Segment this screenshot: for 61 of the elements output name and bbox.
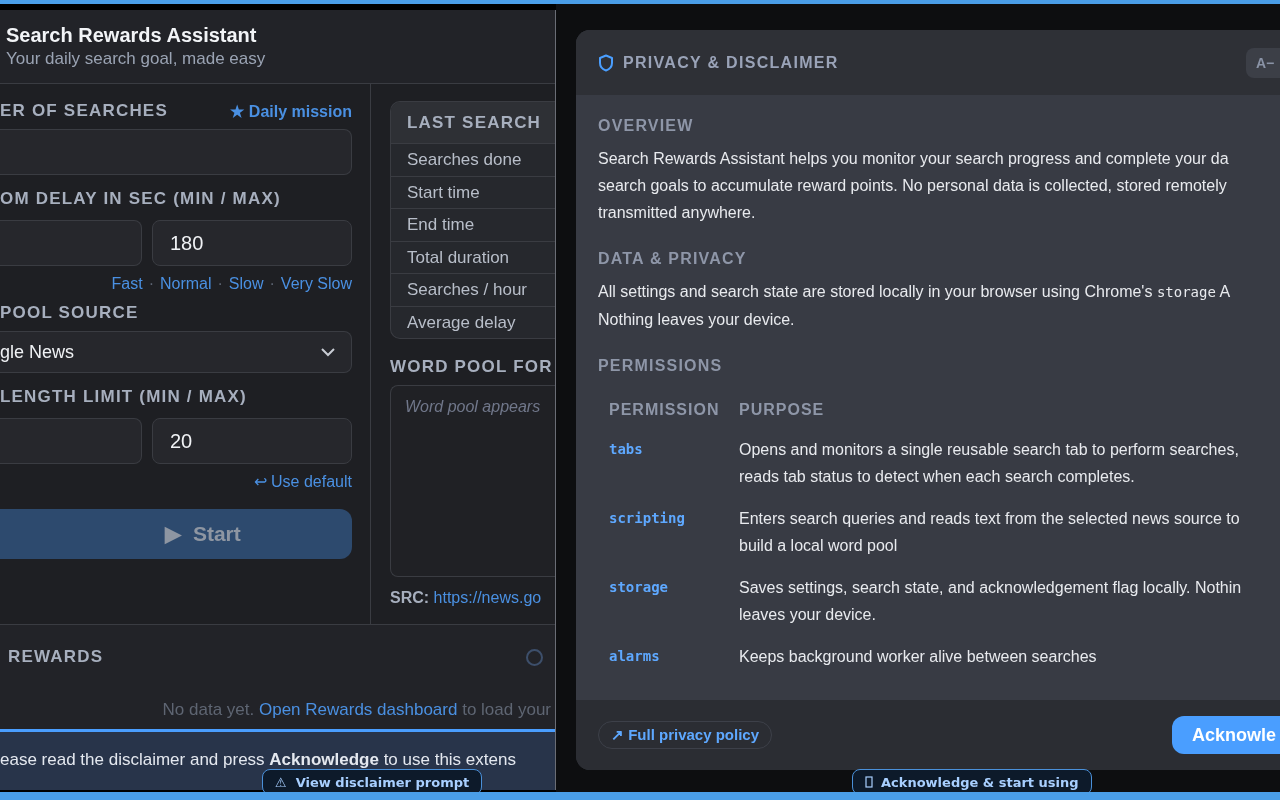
- shield-icon: [598, 53, 614, 72]
- word-pool-field[interactable]: Word pool appears: [390, 385, 555, 577]
- permission-purpose: Saves settings, search state, and acknowledgement flag locally. Nothin leaves your device.: [739, 578, 1242, 625]
- min-delay-input[interactable]: [0, 220, 142, 266]
- dialog-title: PRIVACY & DISCLAIMER: [623, 53, 839, 72]
- app-title: Search Rewards Assistant: [6, 23, 258, 48]
- field-label: OM DELAY IN SEC (MIN / MAX): [0, 188, 282, 210]
- stat-label: Searches done: [406, 149, 523, 171]
- stats-title: LAST SEARCH: [391, 102, 555, 144]
- stat-label: End time: [391, 208, 555, 241]
- separator-dot: ·: [148, 274, 154, 294]
- field-label: ER OF SEARCHES: [0, 100, 168, 122]
- stat-label: Start time: [391, 175, 555, 208]
- acknowledge-button[interactable]: Acknowle: [1172, 716, 1280, 754]
- searches-input[interactable]: [0, 129, 352, 175]
- max-delay-input[interactable]: 180: [152, 220, 352, 266]
- field-label: LENGTH LIMIT (MIN / MAX): [0, 386, 248, 408]
- max-length-input[interactable]: 20: [152, 418, 352, 464]
- min-length-input[interactable]: [0, 418, 142, 464]
- section-paragraph: Search Rewards Assistant helps you monitor your search progress and complete your da search goals to accumulate reward points. No personal data is collected, stored remotely transmitted anywhere.: [598, 149, 1230, 223]
- delay-preset-link[interactable]: Fast: [111, 274, 143, 294]
- rewards-dashboard-link[interactable]: Open Rewards dashboard: [258, 700, 458, 719]
- pool-source-select[interactable]: gle News: [0, 331, 352, 373]
- column-header: PERMISSION: [609, 400, 721, 420]
- section-heading: DATA & PRIVACY: [598, 249, 748, 269]
- permission-name: alarms: [609, 647, 661, 666]
- stat-label: Searches / hour: [391, 273, 555, 306]
- badge-label: Acknowledge & start using: [881, 774, 1079, 790]
- rewards-title: REWARDS: [8, 646, 104, 668]
- stat-label: Total duration: [391, 240, 555, 273]
- field-label: WORD POOL FOR: [390, 356, 554, 378]
- daily-mission-link[interactable]: ★ Daily mission: [230, 101, 352, 121]
- app-subtitle: Your daily search goal, made easy: [6, 48, 267, 70]
- column-header: PURPOSE: [739, 400, 825, 420]
- use-default-link[interactable]: ↩ Use default: [253, 472, 352, 492]
- permission-name: storage: [609, 578, 669, 597]
- field-label: POOL SOURCE: [0, 302, 140, 324]
- permission-name: tabs: [609, 440, 644, 459]
- separator-dot: ·: [217, 274, 223, 294]
- permission-purpose: Enters search queries and reads text from the selected news source to build a local word pool: [739, 509, 1240, 556]
- banner-text: ease read the disclaimer and press Acknowledge to use this extens: [0, 750, 516, 769]
- section-paragraph: All settings and search state are stored locally in your browser using Chrome's storage A Nothing leaves your device.: [598, 282, 1232, 330]
- separator-dot: ·: [269, 274, 275, 294]
- section-heading: PERMISSIONS: [598, 356, 724, 376]
- circle-icon: [526, 648, 543, 666]
- stat-label: Average delay: [391, 305, 555, 338]
- delay-preset-link[interactable]: Very Slow: [280, 274, 352, 294]
- font-size-button[interactable]: A−: [1246, 47, 1280, 78]
- permission-purpose: Keeps background worker alive between searches: [739, 647, 1097, 667]
- rewards-message: No data yet. Open Rewards dashboard to load your: [161, 700, 552, 720]
- source-label: SRC:: [390, 589, 430, 606]
- chevron-down-icon: [321, 347, 335, 357]
- view-disclaimer-badge[interactable]: ⚠ View disclaimer prompt: [262, 769, 483, 792]
- section-heading: OVERVIEW: [598, 116, 695, 136]
- source-link[interactable]: https://news.go: [433, 589, 542, 606]
- delay-preset-link[interactable]: Slow: [228, 274, 264, 294]
- permission-purpose: Opens and monitors a single reusable search tab to perform searches, reads tab status to detect when each search completes.: [739, 440, 1239, 487]
- box-icon: [865, 776, 873, 788]
- acknowledge-badge[interactable]: Acknowledge & start using: [852, 769, 1092, 792]
- delay-preset-link[interactable]: Normal: [159, 274, 212, 294]
- permission-name: scripting: [609, 509, 686, 528]
